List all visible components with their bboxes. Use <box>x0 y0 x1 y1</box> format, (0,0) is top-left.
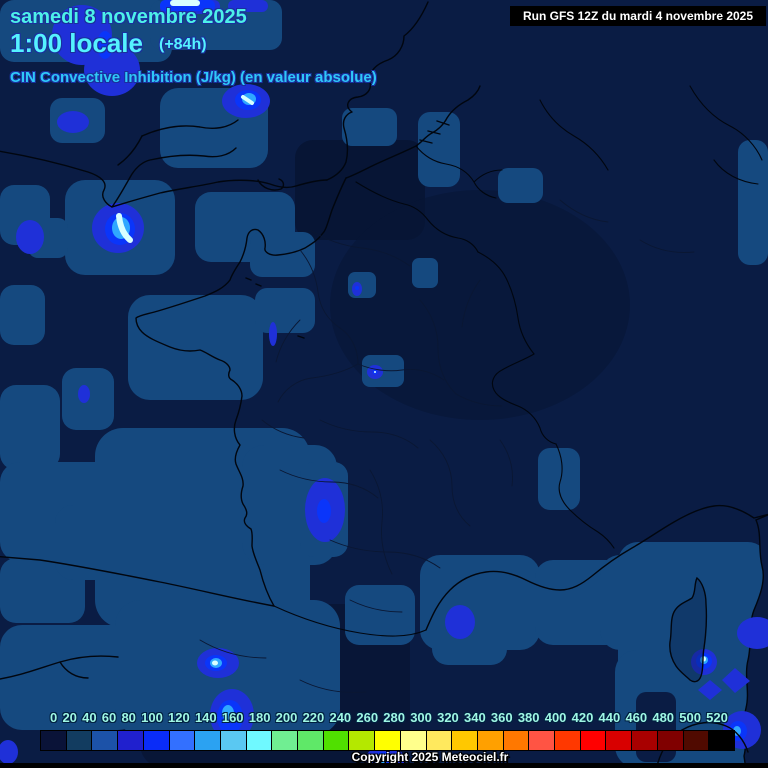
colorbar-cell <box>683 731 710 750</box>
model-run-info-box: Run GFS 12Z du mardi 4 novembre 2025 <box>510 6 766 26</box>
forecast-date: samedi 8 novembre 2025 <box>10 6 247 28</box>
colorbar-label: 340 <box>464 710 486 725</box>
copyright-notice: Copyright 2025 Meteociel.fr <box>351 750 509 764</box>
parameter-title: CIN Convective Inhibition (J/kg) (en val… <box>10 69 377 86</box>
colorbar-cell <box>555 731 581 750</box>
colorbar-label: 300 <box>410 710 432 725</box>
colorbar-cell <box>220 731 247 750</box>
colorbar-label: 220 <box>302 710 325 725</box>
colorbar-cell <box>66 731 93 750</box>
colorbar-cell <box>92 731 119 750</box>
colorbar-label: 360 <box>490 710 513 725</box>
colorbar-cell <box>143 731 170 750</box>
colorbar-cell <box>298 731 324 750</box>
colorbar-label: 380 <box>517 710 540 725</box>
colorbar-label: 120 <box>168 710 190 725</box>
colorbar-label: 100 <box>141 710 163 725</box>
colorbar-cell <box>375 731 401 750</box>
colorbar-cells <box>40 730 735 751</box>
colorbar-cell <box>657 731 684 750</box>
forecast-hour-offset: (+84h) <box>158 36 207 53</box>
colorbar-cell <box>529 731 556 750</box>
colorbar-cell <box>41 731 67 750</box>
colorbar-label: 400 <box>544 710 567 725</box>
colorbar-label: 140 <box>194 710 217 725</box>
colorbar-label: 40 <box>82 710 97 725</box>
weather-map-page: samedi 8 novembre 2025 1:00 locale (+84h)… <box>0 0 768 768</box>
colorbar-label: 80 <box>121 710 136 725</box>
colorbar-labels: 0 20 40 60 80 100 120 140 160 180 200 220 240 260 280 3… <box>50 710 728 725</box>
colorbar-label: 500 <box>679 710 701 725</box>
colorbar-cell <box>503 731 530 750</box>
colorbar-cell <box>426 731 453 750</box>
colorbar-label: 20 <box>62 710 77 725</box>
colorbar-label: 240 <box>329 710 352 725</box>
colorbar-cell <box>452 731 478 750</box>
colorbar-label: 280 <box>383 710 405 725</box>
colorbar-cell <box>580 731 607 750</box>
cin-forecast-map <box>0 0 768 768</box>
colorbar-label: 480 <box>652 710 675 725</box>
bottom-black-bar <box>0 763 768 768</box>
colorbar-label: 420 <box>571 710 594 725</box>
colorbar-cell <box>272 731 299 750</box>
colorbar-cell <box>169 731 196 750</box>
colorbar-label: 160 <box>221 710 244 725</box>
colorbar-label: 180 <box>248 710 271 725</box>
colorbar-label: 460 <box>625 710 648 725</box>
colorbar-cell <box>632 731 658 750</box>
colorbar-label: 440 <box>598 710 621 725</box>
model-run-info-text: Run GFS 12Z du mardi 4 novembre 2025 <box>522 9 754 23</box>
colorbar-label: 60 <box>101 710 117 725</box>
colorbar-label: 0 <box>50 710 58 725</box>
forecast-time-row: 1:00 locale (+84h) <box>10 28 207 59</box>
colorbar-cell <box>246 731 273 750</box>
forecast-local-time: 1:00 locale <box>10 28 143 58</box>
colorbar-label: 520 <box>706 710 728 725</box>
colorbar-cell <box>349 731 376 750</box>
colorbar-cell <box>709 731 734 750</box>
colorbar-cell <box>477 731 504 750</box>
colorbar-cell <box>323 731 350 750</box>
colorbar-cell <box>400 731 427 750</box>
colorbar-cell <box>606 731 633 750</box>
colorbar-label: 200 <box>275 710 298 725</box>
colorbar-cell <box>195 731 221 750</box>
colorbar-label: 320 <box>437 710 459 725</box>
colorbar-label: 260 <box>356 710 379 725</box>
colorbar-cell <box>118 731 144 750</box>
